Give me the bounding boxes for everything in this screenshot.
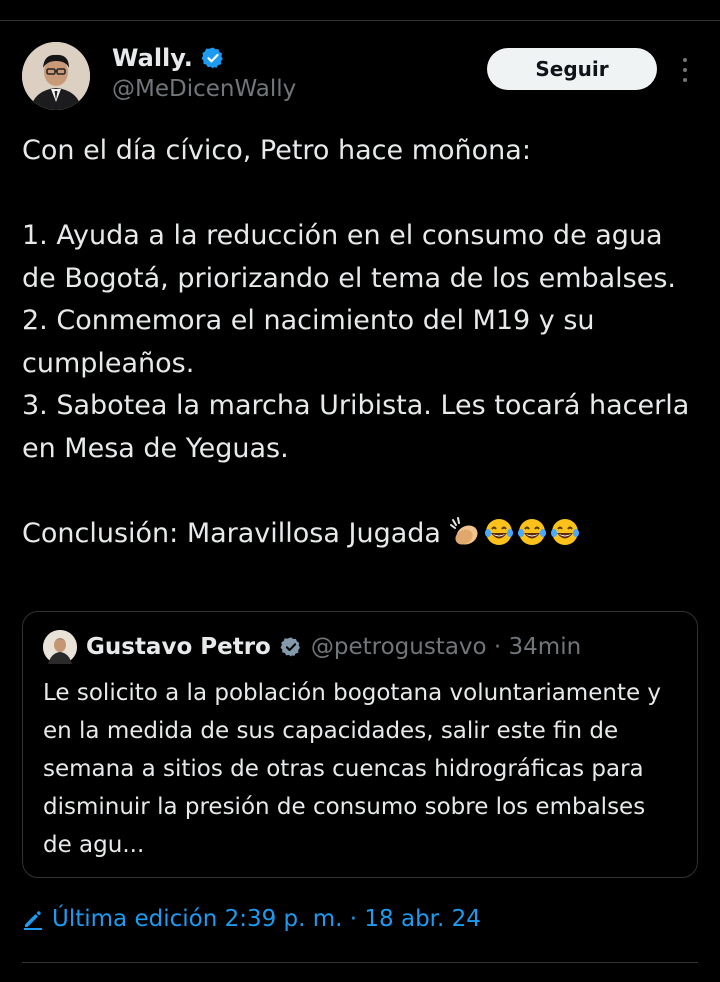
tweet-body: Con el día cívico, Petro hace moñona: 1.… [22, 130, 698, 555]
quoted-tweet-text: Le solicito a la población bogotana volu… [43, 680, 662, 858]
verified-badge-icon [280, 637, 300, 657]
quoted-tweet[interactable]: Gustavo Petro @petrogustavo · 34min Le s… [22, 611, 698, 878]
verified-badge-icon [201, 47, 223, 69]
follow-button[interactable]: Seguir [487, 48, 657, 90]
bottom-divider [22, 962, 698, 963]
quoted-author-name[interactable]: Gustavo Petro [86, 634, 271, 660]
more-vertical-icon[interactable] [677, 54, 693, 86]
tears-of-joy-emoji [484, 518, 513, 545]
quoted-author-avatar[interactable] [43, 630, 77, 664]
last-edit-link[interactable]: Última edición 2:39 p. m. · 18 abr. 24 [22, 906, 481, 932]
quoted-tweet-header: Gustavo Petro @petrogustavo · 34min [43, 630, 581, 664]
author-name[interactable]: Wally. [112, 44, 193, 72]
clapping-hands-emoji [449, 516, 478, 545]
quoted-author-handle[interactable]: @petrogustavo · 34min [311, 634, 581, 660]
tears-of-joy-emoji [550, 518, 579, 545]
author-handle[interactable]: @MeDicenWally [112, 76, 296, 102]
top-divider [0, 20, 720, 21]
tweet-text: Con el día cívico, Petro hace moñona: 1.… [22, 135, 690, 549]
last-edit-label: Última edición 2:39 p. m. · 18 abr. 24 [52, 906, 481, 932]
author-name-row: Wally. [112, 44, 225, 72]
tears-of-joy-emoji [517, 518, 546, 545]
tweet-emojis [447, 516, 580, 547]
pencil-icon [24, 911, 42, 930]
author-avatar[interactable] [22, 42, 90, 110]
